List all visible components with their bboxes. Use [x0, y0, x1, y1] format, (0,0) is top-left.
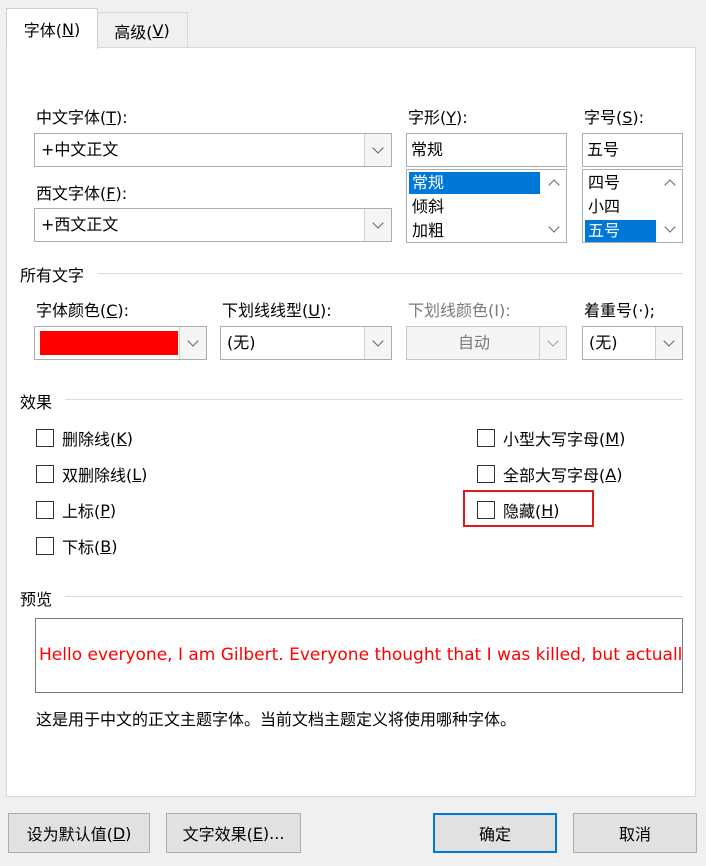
- chevron-down-icon[interactable]: [364, 327, 391, 359]
- western-font-combo[interactable]: +西文正文: [34, 208, 392, 242]
- font-style-list[interactable]: 常规 倾斜 加粗: [406, 169, 567, 243]
- superscript-checkbox[interactable]: 上标(P): [36, 498, 116, 522]
- font-style-input[interactable]: 常规: [406, 133, 567, 167]
- tab-font[interactable]: 字体(N): [6, 8, 98, 49]
- all-caps-checkbox[interactable]: 全部大写字母(A): [477, 462, 622, 486]
- chevron-down-icon: [539, 327, 566, 359]
- font-color-label: 字体颜色(C):: [36, 301, 130, 320]
- underline-color-value: 自动: [457, 333, 490, 352]
- chevron-down-icon[interactable]: [179, 327, 206, 359]
- strikethrough-checkbox[interactable]: 删除线(K): [36, 426, 133, 450]
- effects-section-title: 效果: [20, 393, 53, 412]
- font-size-label: 字号(S):: [584, 108, 645, 127]
- list-item[interactable]: 常规: [409, 172, 540, 194]
- chevron-down-icon[interactable]: [542, 218, 566, 240]
- preview-text: Hello everyone, I am Gilbert. Everyone t…: [39, 645, 683, 665]
- underline-color-combo: 自动: [406, 326, 567, 360]
- font-size-input[interactable]: 五号: [582, 133, 683, 167]
- list-item[interactable]: 小四: [585, 196, 620, 218]
- chinese-font-combo[interactable]: +中文正文: [34, 133, 392, 167]
- list-item[interactable]: 加粗: [409, 220, 444, 242]
- double-strikethrough-checkbox[interactable]: 双删除线(L): [36, 462, 147, 486]
- underline-style-value: (无): [227, 333, 256, 352]
- list-item[interactable]: 四号: [585, 172, 620, 194]
- tab-bar: 高级(V) 字体(N): [0, 0, 706, 49]
- font-color-combo[interactable]: [34, 326, 207, 360]
- emphasis-mark-combo[interactable]: (无): [582, 326, 683, 360]
- all-text-section-title: 所有文字: [20, 266, 85, 285]
- underline-style-combo[interactable]: (无): [220, 326, 392, 360]
- font-style-label: 字形(Y):: [408, 108, 468, 127]
- divider: [98, 273, 683, 274]
- underline-style-label: 下划线线型(U):: [222, 301, 332, 320]
- font-size-scrollbar[interactable]: [658, 170, 682, 242]
- emphasis-mark-label: 着重号(·);: [584, 301, 655, 320]
- tab-advanced[interactable]: 高级(V): [96, 12, 188, 48]
- chinese-font-value: +中文正文: [41, 140, 119, 159]
- western-font-label: 西文字体(F):: [36, 184, 128, 203]
- cancel-button[interactable]: 取消: [573, 813, 697, 853]
- chevron-down-icon[interactable]: [364, 209, 391, 241]
- preview-box: Hello everyone, I am Gilbert. Everyone t…: [35, 618, 683, 693]
- divider: [65, 596, 683, 597]
- chevron-down-icon[interactable]: [655, 327, 682, 359]
- western-font-value: +西文正文: [41, 215, 119, 234]
- font-size-list[interactable]: 四号 小四 五号: [582, 169, 683, 243]
- chevron-up-icon[interactable]: [658, 172, 682, 194]
- small-caps-checkbox[interactable]: 小型大写字母(M): [477, 426, 625, 450]
- font-style-scrollbar[interactable]: [542, 170, 566, 242]
- emphasis-mark-value: (无): [589, 333, 618, 352]
- chevron-down-icon[interactable]: [658, 218, 682, 240]
- chinese-font-label: 中文字体(T):: [36, 108, 128, 127]
- preview-description: 这是用于中文的正文主题字体。当前文档主题定义将使用哪种字体。: [36, 710, 517, 729]
- list-item[interactable]: 五号: [585, 220, 656, 242]
- preview-section-title: 预览: [20, 590, 53, 609]
- list-item[interactable]: 倾斜: [409, 196, 444, 218]
- underline-color-label: 下划线颜色(I):: [408, 301, 511, 320]
- chevron-up-icon[interactable]: [542, 172, 566, 194]
- divider: [65, 399, 683, 400]
- subscript-checkbox[interactable]: 下标(B): [36, 534, 117, 558]
- text-effects-button[interactable]: 文字效果(E)...: [166, 813, 301, 853]
- chevron-down-icon[interactable]: [364, 134, 391, 166]
- set-default-button[interactable]: 设为默认值(D): [8, 813, 150, 853]
- hidden-option-highlight: [463, 490, 594, 527]
- ok-button[interactable]: 确定: [433, 813, 557, 853]
- font-color-swatch: [40, 331, 178, 355]
